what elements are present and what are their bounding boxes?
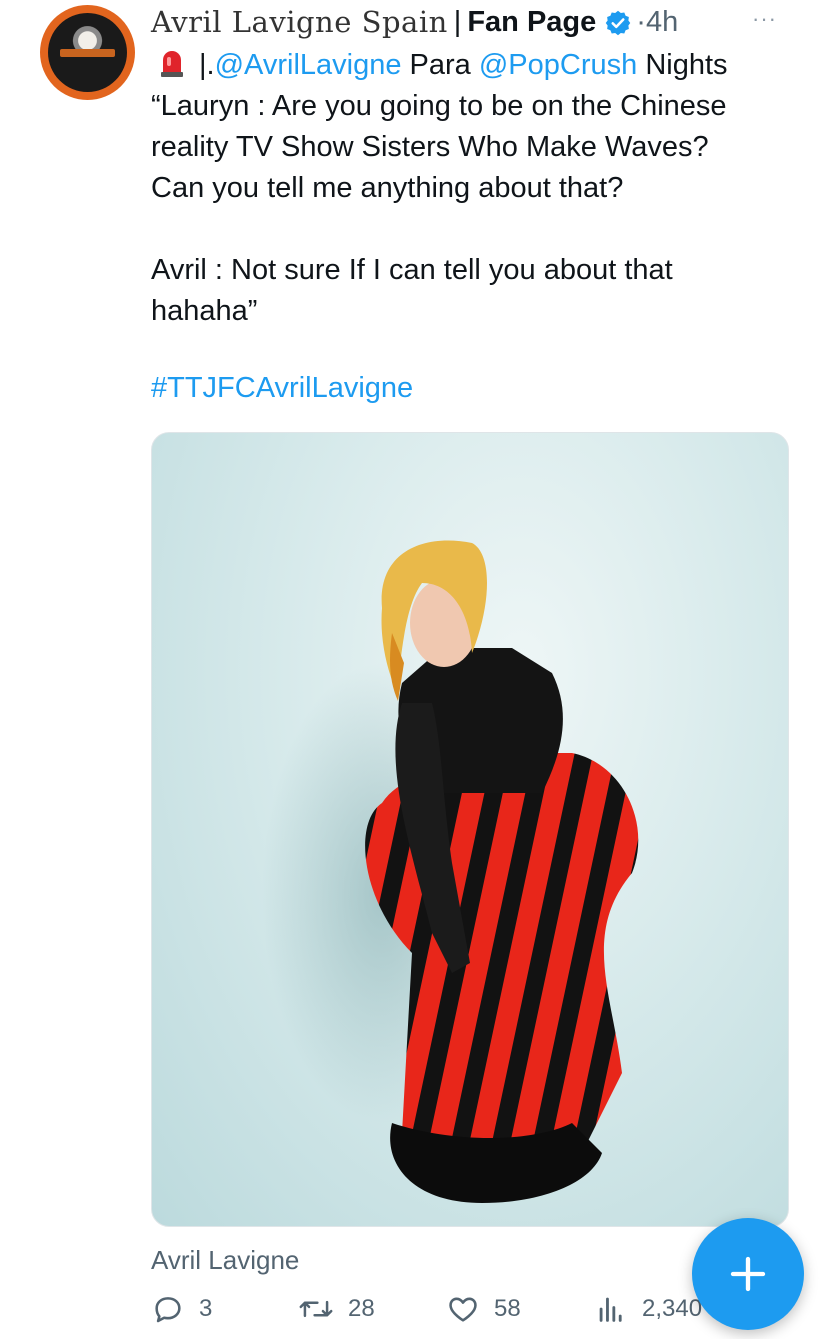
compose-tweet-button[interactable]: [692, 1218, 804, 1330]
mention-avrillavigne[interactable]: @AvrilLavigne: [215, 49, 402, 81]
retweet-button[interactable]: 28: [298, 1292, 375, 1326]
author-name-bold[interactable]: Fan Page: [467, 6, 596, 39]
author-separator: |: [453, 5, 462, 38]
line1-prefix: |.: [199, 49, 215, 81]
avatar[interactable]: [40, 5, 135, 100]
tweet-text: |.@AvrilLavigne Para @PopCrush Nights “L…: [151, 45, 801, 332]
reply-count: 3: [199, 1295, 213, 1322]
retweet-icon: [299, 1300, 333, 1318]
reply-icon: [155, 1297, 181, 1323]
author-name[interactable]: Avril Lavigne Spain: [151, 5, 448, 39]
like-count: 58: [494, 1295, 521, 1322]
like-button[interactable]: 58: [446, 1292, 521, 1326]
tweet-header: Avril Lavigne Spain | Fan Page ·4h: [151, 2, 791, 42]
verified-badge-icon: [604, 9, 632, 37]
views-icon: [599, 1297, 622, 1322]
views-count: 2,340: [642, 1295, 703, 1322]
views-button[interactable]: 2,340: [594, 1292, 702, 1326]
timestamp-dot: ·: [636, 5, 646, 38]
plus-icon: [730, 1256, 766, 1292]
hashtag-link[interactable]: #TTJFCAvrilLavigne: [151, 372, 413, 405]
tweet-photo[interactable]: [151, 432, 789, 1227]
mention-popcrush[interactable]: @PopCrush: [479, 49, 637, 81]
line1-suffix: Nights: [637, 49, 728, 81]
reply-button[interactable]: 3: [151, 1292, 212, 1326]
retweet-count: 28: [348, 1295, 375, 1322]
timestamp-value: 4h: [645, 5, 679, 38]
line1-mid: Para: [401, 49, 479, 81]
avatar-logo-band: [60, 49, 115, 57]
like-icon: [449, 1297, 477, 1322]
tweet-body: “Lauryn : Are you going to be on the Chi…: [151, 90, 727, 327]
more-options-icon[interactable]: ···: [752, 6, 777, 32]
timestamp[interactable]: ·4h: [636, 6, 678, 39]
source-label[interactable]: Avril Lavigne: [151, 1245, 299, 1276]
photo-illustration: [262, 540, 639, 1203]
siren-icon: [159, 48, 185, 78]
